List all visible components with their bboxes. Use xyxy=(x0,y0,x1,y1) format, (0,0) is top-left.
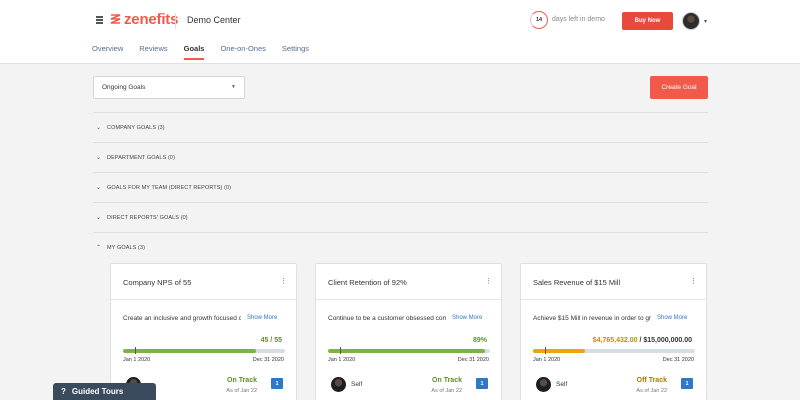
start-date: Jan 1 2020 xyxy=(123,357,151,363)
guided-tours-button[interactable]: ? Guided Tours xyxy=(53,383,156,400)
goal-description: Create an inclusive and growth focused c… xyxy=(123,315,241,322)
progress-bar-fill xyxy=(533,349,585,353)
status-date: As of Jan 22 xyxy=(636,388,667,394)
company-name: Demo Center xyxy=(187,15,241,25)
brand-name: zenefits xyxy=(124,11,179,28)
progress-value: 89% xyxy=(472,337,487,344)
tab-one-on-ones[interactable]: One-on-Ones xyxy=(220,44,265,60)
status-label: On Track xyxy=(227,377,257,384)
status-date: As of Jan 22 xyxy=(431,388,462,394)
section-label: COMPANY GOALS (3) xyxy=(107,124,165,131)
end-date: Dec 31 2020 xyxy=(662,357,694,363)
start-date: Jan 1 2020 xyxy=(533,357,561,363)
goal-title: Sales Revenue of $15 Mill xyxy=(533,278,621,287)
top-header: zenefits Demo Center 14 days left in dem… xyxy=(0,0,800,64)
progress-value: $4,765,432.00 / $15,000,000.00 xyxy=(593,337,692,344)
goal-title: Company NPS of 55 xyxy=(123,278,192,287)
section-label: DIRECT REPORTS' GOALS (0) xyxy=(107,214,188,221)
start-date: Jan 1 2020 xyxy=(328,357,356,363)
progress-value: 45 / 55 xyxy=(260,337,282,344)
comment-count: 1 xyxy=(275,380,279,387)
progress-bar-fill xyxy=(328,349,485,353)
days-left-label: days left in demo xyxy=(552,16,605,23)
show-more-link[interactable]: Show More xyxy=(657,315,687,321)
goal-filter-value: Ongoing Goals xyxy=(102,84,146,91)
chevron-down-icon[interactable]: ▾ xyxy=(704,18,707,25)
progress-bar xyxy=(328,349,490,353)
goal-card[interactable]: Client Retention of 92% ⋮ Continue to be… xyxy=(315,263,502,400)
progress-target-value: / $15,000,000.00 xyxy=(639,337,692,344)
section-my-goals[interactable]: ⌃ MY GOALS (3) xyxy=(93,232,708,262)
show-more-link[interactable]: Show More xyxy=(247,315,277,321)
tab-goals[interactable]: Goals xyxy=(183,44,204,60)
menu-icon[interactable] xyxy=(96,16,104,24)
comment-icon[interactable]: 1 xyxy=(271,378,283,389)
chevron-down-icon: ⌄ xyxy=(96,185,102,191)
comment-count: 1 xyxy=(685,380,689,387)
help-icon: ? xyxy=(61,387,66,396)
more-options-icon[interactable]: ⋮ xyxy=(280,277,287,285)
goal-filter-select[interactable]: Ongoing Goals ▼ xyxy=(93,76,245,99)
goal-description: Achieve $15 Mill in revenue in order to … xyxy=(533,315,651,322)
progress-marker xyxy=(135,347,136,354)
chevron-down-icon: ▼ xyxy=(231,84,236,90)
card-divider xyxy=(111,299,296,300)
user-avatar[interactable] xyxy=(682,12,700,30)
progress-marker xyxy=(340,347,341,354)
section-direct-reports-goals[interactable]: ⌄ DIRECT REPORTS' GOALS (0) xyxy=(93,202,708,232)
more-options-icon[interactable]: ⋮ xyxy=(690,277,697,285)
chevron-down-icon: ⌄ xyxy=(96,125,102,131)
section-department-goals[interactable]: ⌄ DEPARTMENT GOALS (0) xyxy=(93,142,708,172)
tab-overview[interactable]: Overview xyxy=(92,44,123,60)
tab-settings[interactable]: Settings xyxy=(282,44,309,60)
chevron-down-icon: ⌄ xyxy=(96,155,102,161)
nav-tabs: Overview Reviews Goals One-on-Ones Setti… xyxy=(92,44,309,60)
progress-bar xyxy=(123,349,285,353)
comment-icon[interactable]: 1 xyxy=(476,378,488,389)
guided-tours-label: Guided Tours xyxy=(71,387,124,396)
comment-icon[interactable]: 1 xyxy=(681,378,693,389)
end-date: Dec 31 2020 xyxy=(457,357,489,363)
show-more-link[interactable]: Show More xyxy=(452,315,482,321)
buy-now-button[interactable]: Buy Now xyxy=(622,12,673,30)
owner-avatar xyxy=(536,377,551,392)
owner-name: Self xyxy=(556,381,568,388)
goal-card[interactable]: Sales Revenue of $15 Mill ⋮ Achieve $15 … xyxy=(520,263,707,400)
section-team-goals[interactable]: ⌄ GOALS FOR MY TEAM (DIRECT REPORTS) (0) xyxy=(93,172,708,202)
section-company-goals[interactable]: ⌄ COMPANY GOALS (3) xyxy=(93,112,708,142)
goal-description: Continue to be a customer obsessed compa… xyxy=(328,315,446,322)
days-left-count: 14 xyxy=(535,17,543,23)
brand-logo[interactable]: zenefits xyxy=(110,11,178,28)
trial-days-ring: 14 xyxy=(530,11,548,29)
progress-bar xyxy=(533,349,695,353)
zenefits-logo-icon xyxy=(110,13,121,24)
goal-card[interactable]: Company NPS of 55 ⋮ Create an inclusive … xyxy=(110,263,297,400)
create-goal-button[interactable]: Create Goal xyxy=(650,76,708,99)
progress-marker xyxy=(545,347,546,354)
header-divider xyxy=(175,13,176,29)
chevron-down-icon: ⌄ xyxy=(96,215,102,221)
progress-current-value: $4,765,432.00 xyxy=(592,337,638,344)
card-divider xyxy=(316,299,501,300)
section-label: DEPARTMENT GOALS (0) xyxy=(107,154,176,161)
progress-bar-fill xyxy=(123,349,256,353)
card-divider xyxy=(521,299,706,300)
comment-count: 1 xyxy=(480,380,484,387)
tab-reviews[interactable]: Reviews xyxy=(139,44,167,60)
owner-avatar xyxy=(331,377,346,392)
chevron-up-icon: ⌃ xyxy=(96,245,102,251)
status-label: Off Track xyxy=(636,377,667,384)
more-options-icon[interactable]: ⋮ xyxy=(485,277,492,285)
status-date: As of Jan 22 xyxy=(226,388,257,394)
owner-name: Self xyxy=(351,381,363,388)
section-label: GOALS FOR MY TEAM (DIRECT REPORTS) (0) xyxy=(107,184,232,191)
section-label: MY GOALS (3) xyxy=(107,244,146,251)
goal-title: Client Retention of 92% xyxy=(328,278,407,287)
status-label: On Track xyxy=(432,377,462,384)
end-date: Dec 31 2020 xyxy=(252,357,284,363)
